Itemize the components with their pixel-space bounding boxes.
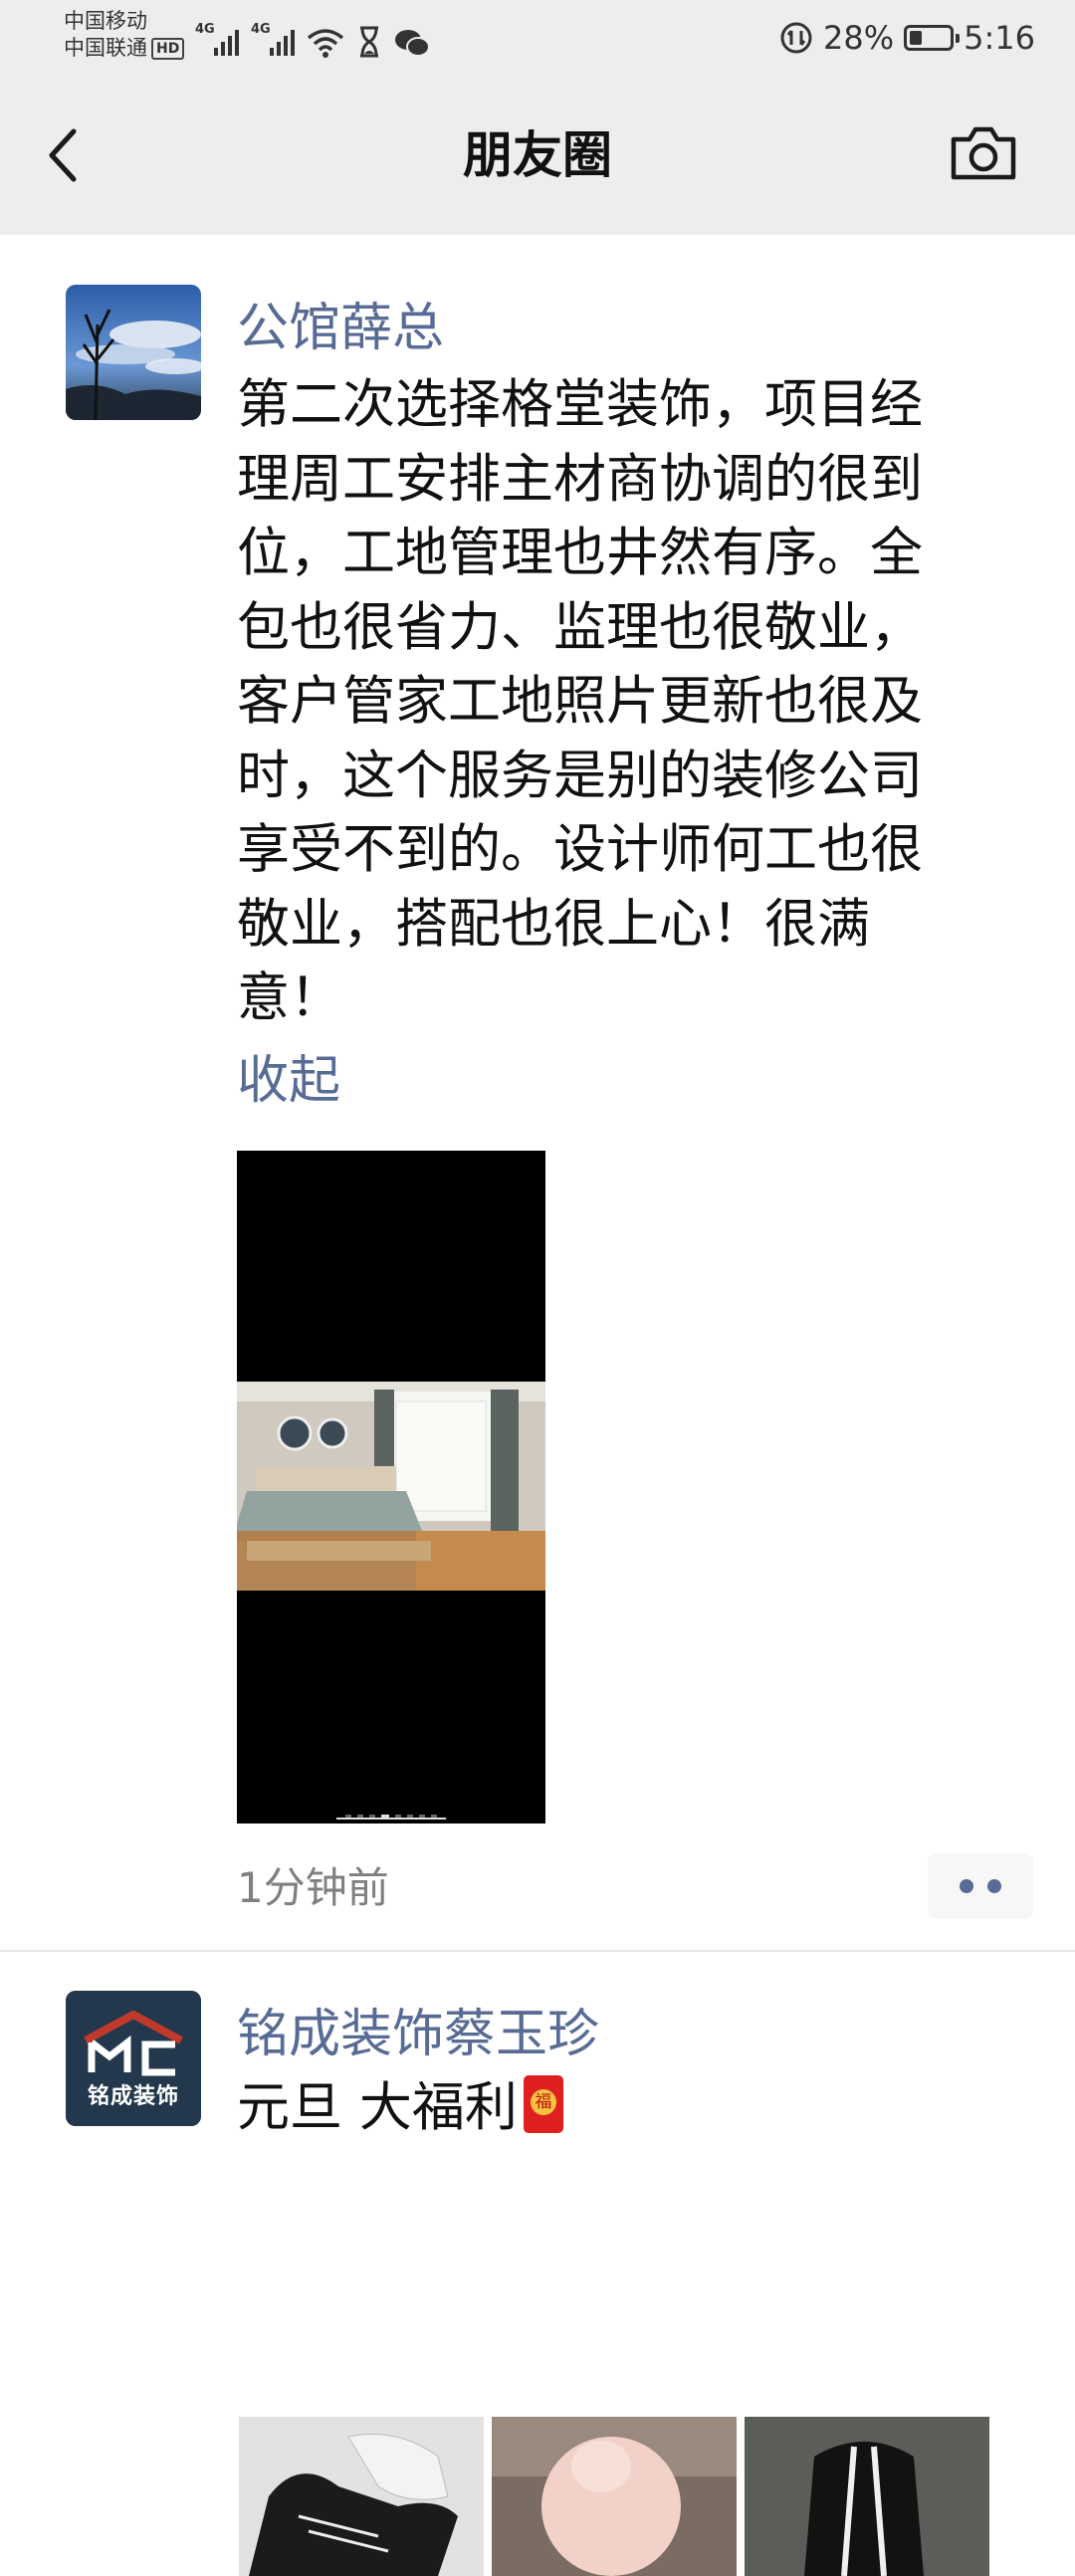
post-text-line: 享受不到的。设计师何工也很 — [237, 819, 923, 880]
wifi-icon — [307, 29, 344, 58]
video-progress-track — [336, 1818, 446, 1820]
status-bar: 中国移动 中国联通 HD 4G 4G 28% 5:16 — [0, 0, 1075, 76]
post-text-line: 位，工地管理也井然有序。全 — [237, 523, 923, 583]
post-timestamp: 1分钟前 — [237, 1863, 389, 1912]
post-text: 元旦 大福利 — [237, 2072, 993, 2144]
carrier-info: 中国移动 中国联通 HD — [64, 8, 185, 62]
camera-icon — [951, 126, 1016, 180]
page-indicator — [237, 1815, 545, 1818]
more-actions-button[interactable] — [928, 1853, 1033, 1919]
signal-type-label: 4G — [251, 22, 271, 37]
post-text-line: 第二次选择格堂装饰，项目经 — [237, 374, 923, 435]
data-saver-icon — [780, 22, 812, 54]
post-text: 第二次选择格堂装饰，项目经 理周工安排主材商协调的很到 位，工地管理也井然有序。… — [237, 368, 993, 1036]
carrier-2-label: 中国联通 — [64, 36, 147, 60]
dot-icon — [960, 1879, 973, 1893]
connectivity-icons: 4G 4G — [195, 18, 430, 58]
nav-bar: 朋友圈 — [0, 76, 1075, 235]
post-photo[interactable] — [745, 2417, 989, 2576]
sneaker-image — [239, 2417, 484, 2576]
bedroom-photo — [237, 1382, 545, 1591]
avatar[interactable]: 铭成装饰 — [66, 1991, 201, 2126]
collapse-link[interactable]: 收起 — [237, 1049, 340, 1113]
avatar-image — [66, 285, 201, 420]
clock: 5:16 — [964, 19, 1035, 57]
hourglass-icon — [360, 26, 378, 58]
hd-badge: HD — [151, 38, 185, 60]
red-envelope-icon — [523, 2075, 563, 2133]
signal-icon: 4G — [251, 22, 295, 58]
post-text-line: 敬业，搭配也很上心！很满 — [237, 893, 870, 955]
post-text-line: 理周工安排主材商协调的很到 — [237, 448, 923, 510]
post-video-thumbnail[interactable] — [237, 1151, 545, 1824]
post-text-line: 时，这个服务是别的装修公司 — [237, 745, 923, 806]
battery-percent: 28% — [823, 19, 895, 57]
camera-button[interactable] — [948, 119, 1019, 187]
post-text-line: 意！ — [237, 967, 342, 1028]
signal-icon: 4G — [195, 22, 239, 58]
avatar-logo-text: 铭成装饰 — [87, 2084, 179, 2109]
post-photo[interactable] — [492, 2417, 737, 2576]
battery-icon — [904, 25, 961, 51]
status-right: 28% 5:16 — [779, 18, 1035, 58]
post-divider — [0, 1950, 1075, 1952]
post-author[interactable]: 铭成装饰蔡玉珍 — [237, 2003, 599, 2066]
avatar[interactable] — [66, 285, 201, 420]
coat-image — [745, 2417, 989, 2576]
page-title: 朋友圈 — [463, 126, 612, 184]
post-author[interactable]: 公馆薛总 — [237, 297, 444, 360]
carrier-1-label: 中国移动 — [64, 9, 147, 33]
post-photo[interactable] — [239, 2417, 484, 2576]
signal-type-label: 4G — [195, 22, 215, 37]
post-text-line: 客户管家工地照片更新也很及 — [237, 671, 923, 732]
post-text-content: 元旦 大福利 — [237, 2077, 518, 2138]
wechat-icon — [395, 30, 430, 57]
post-text-line: 包也很省力、监理也很敬业， — [237, 596, 923, 658]
child-jacket-image — [492, 2417, 737, 2576]
dot-icon — [987, 1879, 1001, 1893]
